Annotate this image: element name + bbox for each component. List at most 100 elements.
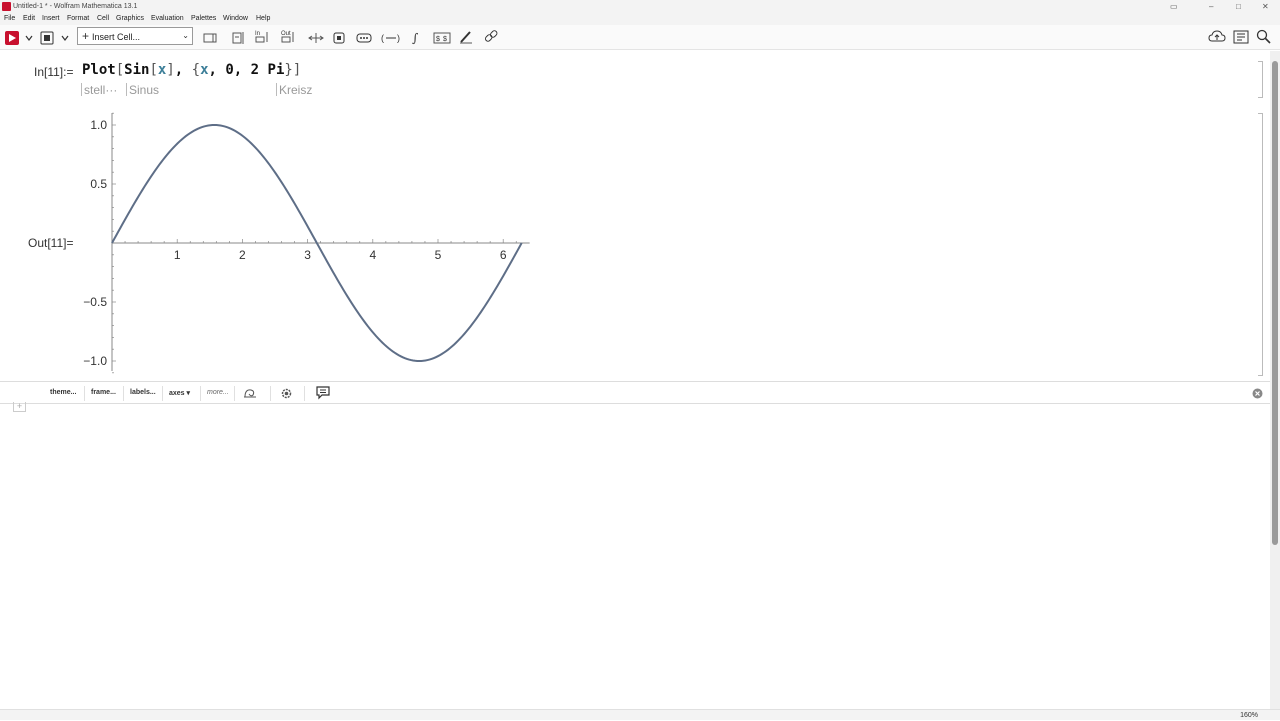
plot-graphic[interactable]: 1 2 3 4 5 6 1.0 0.5 −0.5 −1.0 [80,105,540,375]
x-tick-label: 6 [500,248,507,262]
gear-icon[interactable] [280,387,293,400]
input-button[interactable]: In [254,27,270,44]
input-cell-label: In[11]:= [34,65,74,79]
suggestions-bar: theme... frame... labels... axes ▾ more.… [0,381,1270,404]
menu-file[interactable]: File [4,13,15,25]
hint-label: stell··· [84,83,118,97]
add-cell-button[interactable]: + [13,402,26,412]
chevron-down-icon: ⌄ [182,31,189,40]
notebook-button[interactable] [1233,28,1249,45]
pen-button[interactable] [458,28,474,45]
ellipsis-button[interactable] [356,29,372,46]
box-button[interactable] [332,29,346,46]
close-icon[interactable]: ✕ [1262,0,1269,13]
abort-menu-chevron-icon[interactable] [59,29,71,46]
zoom-icon [1256,29,1271,44]
suggestion-theme[interactable]: theme... [50,389,76,396]
zoom-button[interactable] [1256,28,1272,45]
menu-bar: File Edit Insert Format Cell Graphics Ev… [0,13,1280,25]
box-icon [333,32,345,43]
svg-text:∫: ∫ [412,31,419,45]
output-cell-bracket[interactable] [1258,113,1263,376]
svg-text:$: $ [436,36,440,43]
insert-cell-dropdown[interactable]: + Insert Cell... ⌄ [77,27,193,45]
suggestion-axes[interactable]: axes ▾ [169,389,190,397]
plus-icon: + [82,29,90,43]
code-token: Sin [124,62,150,78]
vertical-scrollbar[interactable] [1270,51,1280,709]
hint-label: Sinus [129,83,160,97]
autocomplete-hint[interactable]: Kreisz [276,83,312,97]
input-code[interactable]: Plot[Sin[x], {x, 0, 2 Pi}] [82,62,301,78]
chat-icon[interactable] [316,386,330,400]
output-icon: Out [281,31,294,42]
maximize-icon[interactable]: □ [1236,0,1241,13]
title-bar: Untitled-1 * - Wolfram Mathematica 13.1 … [0,0,1280,13]
notebook-icon [1233,30,1249,43]
autocomplete-hint[interactable]: Sinus [126,83,159,97]
code-token: { [191,62,201,78]
suggestion-labels[interactable]: labels... [130,389,156,396]
output-icon-label: Out [281,31,291,37]
sum-button[interactable]: ∫ [411,28,425,45]
evaluate-button[interactable] [3,29,21,46]
ellipsis-icon [356,33,372,42]
resize-icon [308,32,324,43]
brackets-icon: () [381,33,400,43]
group-icon [232,31,244,44]
scrollbar-thumb[interactable] [1272,61,1278,545]
input-cell-bracket[interactable] [1258,61,1263,98]
dollar-button[interactable]: $ $ [433,29,451,46]
dollar-icon: $ $ [433,32,451,43]
menu-graphics[interactable]: Graphics [116,13,144,25]
x-tick-label: 2 [239,248,246,262]
input-icon: In [255,31,268,42]
cell-button[interactable] [202,29,218,46]
menu-format[interactable]: Format [67,13,89,25]
resize-button[interactable] [308,29,324,46]
link-icon [485,29,498,42]
suggestion-frame[interactable]: frame... [91,389,116,396]
cloud-button[interactable] [1208,28,1226,45]
evaluate-menu-chevron-icon[interactable] [23,29,35,46]
svg-text:(: ( [381,33,384,43]
x-tick-label: 4 [369,248,376,262]
cell-icon [203,33,217,42]
menu-evaluation[interactable]: Evaluation [151,13,184,25]
restore-icon[interactable]: – [1209,0,1213,13]
code-token: ] [292,62,302,78]
code-token: 0 [225,62,234,78]
window-title: Untitled-1 * - Wolfram Mathematica 13.1 [13,3,138,10]
code-token: , [233,62,251,78]
menu-cell[interactable]: Cell [97,13,109,25]
autocomplete-hint[interactable]: stell··· [81,83,117,97]
brackets-button[interactable]: () [381,29,401,46]
x-tick-label: 1 [174,248,181,262]
code-token: Pi [267,62,285,78]
stop-icon [40,31,54,44]
y-tick-label: 1.0 [90,118,107,132]
minimize-icon[interactable]: ▭ [1170,0,1178,13]
output-button[interactable]: Out [280,27,296,44]
status-bar: 160% [0,709,1280,720]
menu-palettes[interactable]: Palettes [191,13,216,25]
code-token: [ [115,62,125,78]
close-circle-icon[interactable] [1252,388,1263,399]
curve-icon[interactable] [243,387,257,399]
svg-text:$: $ [443,36,447,43]
code-token: x [200,62,209,78]
x-tick-label: 3 [304,248,311,262]
group-button[interactable] [230,29,246,46]
menu-window[interactable]: Window [223,13,248,25]
y-tick-label: −0.5 [83,295,107,309]
menu-edit[interactable]: Edit [23,13,35,25]
menu-help[interactable]: Help [256,13,270,25]
code-token: } [284,62,293,78]
link-button[interactable] [483,28,499,45]
abort-button[interactable] [39,29,55,46]
evaluate-icon [5,30,19,45]
output-cell-label: Out[11]= [28,236,74,250]
menu-insert[interactable]: Insert [42,13,60,25]
x-tick-label: 5 [435,248,442,262]
suggestion-more[interactable]: more... [207,389,229,396]
